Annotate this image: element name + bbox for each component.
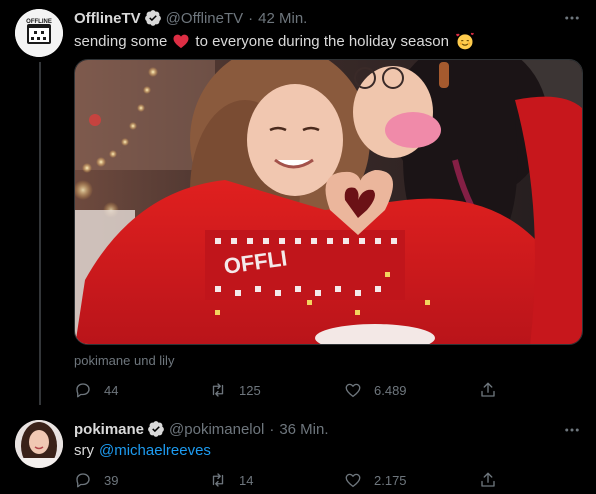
retweet-icon xyxy=(212,383,224,397)
share-button[interactable] xyxy=(479,381,519,399)
display-name[interactable]: OfflineTV xyxy=(74,10,141,27)
timestamp[interactable]: 42 Min. xyxy=(258,10,307,27)
share-icon xyxy=(481,472,495,487)
tweet-text: sending some to everyone during the holi… xyxy=(74,31,475,51)
avatar-label: OFFLINE xyxy=(26,19,52,25)
mention-link[interactable]: @michaelreeves xyxy=(99,442,211,459)
reply-button[interactable]: 39 xyxy=(74,471,209,489)
tweet-header: pokimane @pokimanelol · 36 Min. xyxy=(74,420,329,438)
share-button[interactable] xyxy=(479,471,519,489)
more-button[interactable] xyxy=(562,420,582,440)
display-name[interactable]: pokimane xyxy=(74,421,144,438)
retweet-count: 14 xyxy=(239,472,254,488)
like-icon xyxy=(345,473,361,488)
reply-icon xyxy=(76,473,90,488)
more-icon xyxy=(565,428,579,432)
retweet-count: 125 xyxy=(239,382,261,398)
like-count: 6.489 xyxy=(374,382,407,398)
like-count: 2.175 xyxy=(374,472,407,488)
smiling-face-with-hearts-emoji-icon xyxy=(456,32,474,50)
tweet-header: OfflineTV @OfflineTV · 42 Min. xyxy=(74,9,307,27)
tweet-text-end: to everyone during the holiday season xyxy=(195,32,449,50)
retweet-icon xyxy=(212,473,224,487)
retweet-button[interactable]: 14 xyxy=(209,471,344,489)
tweet-text: sry @michaelreeves xyxy=(74,442,211,459)
tweet-photo[interactable]: OFFLI xyxy=(74,59,583,345)
handle[interactable]: @OfflineTV xyxy=(166,10,243,27)
like-icon xyxy=(345,383,361,398)
more-icon xyxy=(565,16,579,20)
tweet-text-start: sending some xyxy=(74,32,168,50)
share-icon xyxy=(481,382,495,397)
red-heart-emoji-icon xyxy=(173,34,189,49)
tweet-offlinetv[interactable]: OFFLINE OfflineTV @OfflineTV · 42 Min. s… xyxy=(0,0,596,410)
like-button[interactable]: 2.175 xyxy=(344,471,479,489)
more-button[interactable] xyxy=(562,8,582,28)
retweet-button[interactable]: 125 xyxy=(209,381,344,399)
verified-badge-icon xyxy=(144,10,161,26)
media-caption[interactable]: pokimane und lily xyxy=(74,353,174,368)
reply-icon xyxy=(76,383,90,398)
separator: · xyxy=(269,420,275,438)
avatar[interactable] xyxy=(15,420,63,468)
verified-badge-icon xyxy=(148,421,164,437)
tweet-pokimane[interactable]: pokimane @pokimanelol · 36 Min. sry @mic… xyxy=(0,410,596,494)
holiday-photo-image: OFFLI xyxy=(75,60,582,344)
tweet-actions: 44 125 6.489 xyxy=(74,381,519,399)
offlinetv-logo: OFFLINE xyxy=(15,9,63,57)
reply-count: 39 xyxy=(104,472,119,488)
tweet-actions: 39 14 2.175 xyxy=(74,471,519,489)
reply-count: 44 xyxy=(104,382,119,398)
timestamp[interactable]: 36 Min. xyxy=(279,421,328,438)
pokimane-avatar-image xyxy=(15,420,63,468)
avatar[interactable]: OFFLINE xyxy=(15,9,63,57)
tweet-text-body: sry xyxy=(74,442,94,459)
reply-button[interactable]: 44 xyxy=(74,381,209,399)
like-button[interactable]: 6.489 xyxy=(344,381,479,399)
separator: · xyxy=(248,9,254,27)
handle[interactable]: @pokimanelol xyxy=(169,421,264,438)
